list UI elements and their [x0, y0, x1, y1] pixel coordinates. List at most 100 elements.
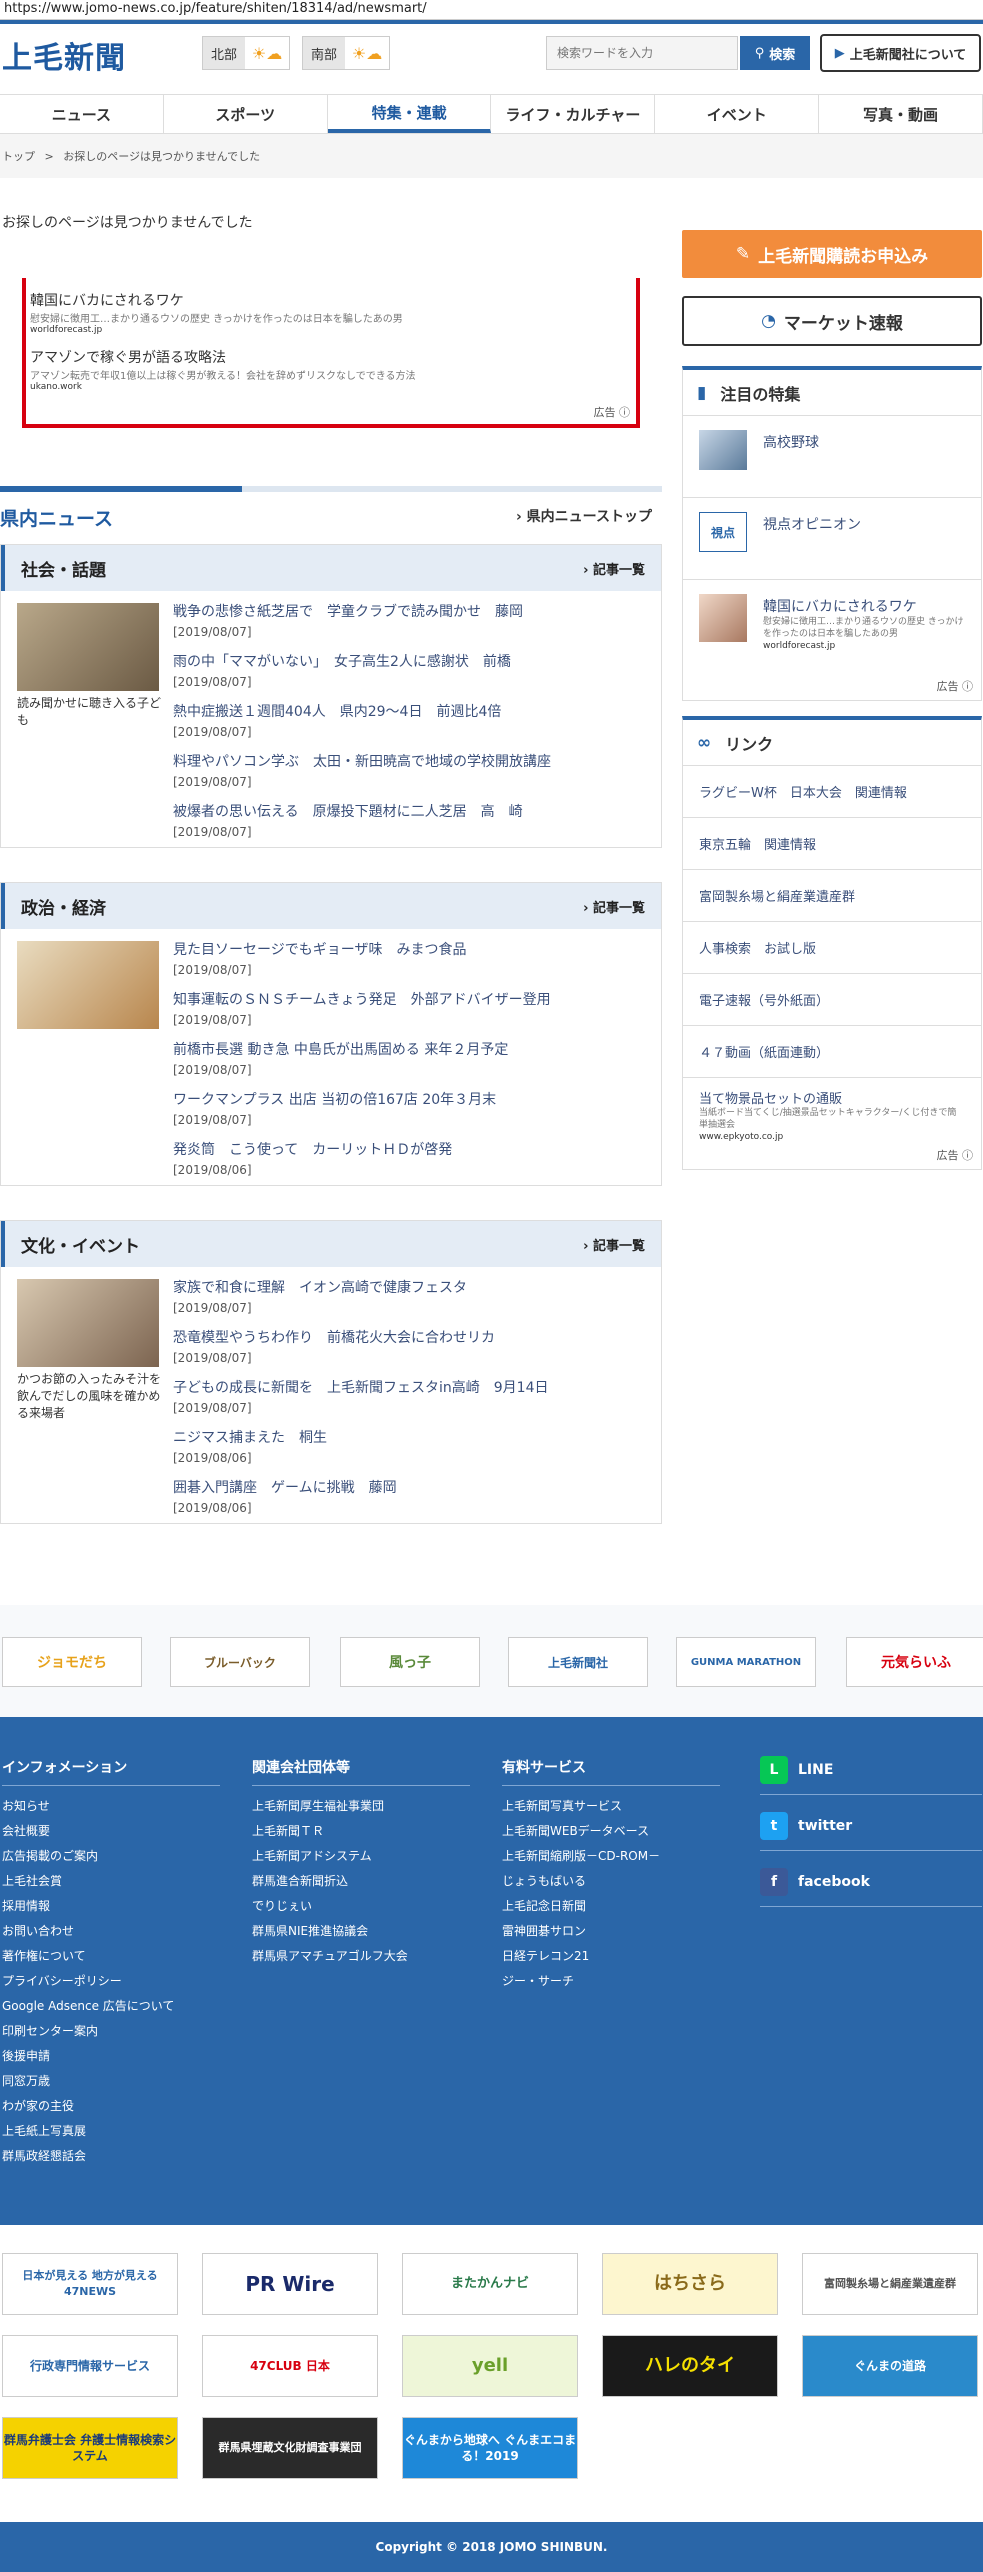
news-photo[interactable]	[17, 1279, 159, 1367]
news-item[interactable]: 戦争の悲惨さ紙芝居で 学童クラブで読み聞かせ 藤岡 [2019/08/07]	[173, 601, 653, 651]
link-item[interactable]: 電子速報（号外紙面）	[683, 974, 981, 1026]
footer-link[interactable]: 雷神囲碁サロン	[502, 1919, 720, 1944]
partner-tomioka[interactable]: 富岡製糸場と絹産業遺産群	[802, 2253, 978, 2315]
link-ad-item[interactable]: 当て物景品セットの通販 当紙ボード当てくじ/抽選景品セットキャラクター/くじ付き…	[683, 1078, 981, 1145]
news-item[interactable]: 囲碁入門講座 ゲームに挑戦 藤岡 [2019/08/06]	[173, 1477, 653, 1527]
banner-jomo[interactable]: 上毛新聞社	[508, 1637, 648, 1687]
breadcrumb-home[interactable]: トップ	[2, 150, 35, 163]
nav-events[interactable]: イベント	[655, 95, 820, 133]
footer-link[interactable]: お知らせ	[2, 1794, 220, 1819]
footer-link[interactable]: お問い合わせ	[2, 1919, 220, 1944]
footer-link[interactable]: 上毛新聞縮刷版－CD-ROM－	[502, 1844, 720, 1869]
nav-news[interactable]: ニュース	[0, 95, 164, 133]
search-input[interactable]	[546, 36, 738, 70]
footer-link[interactable]: でりじぇい	[252, 1894, 470, 1919]
section-top-link[interactable]: › 県内ニューストップ	[516, 506, 652, 526]
more-link[interactable]: › 記事一覧	[583, 1235, 645, 1254]
about-company-button[interactable]: ▶ 上毛新聞社について	[820, 34, 981, 72]
ad-item[interactable]: 韓国にバカにされるワケ 慰安婦に徴用工…まかり通るウソの歴史 きっかけを作ったの…	[26, 278, 636, 335]
partner-hare-no-tai[interactable]: ハレのタイ	[602, 2335, 778, 2397]
news-item[interactable]: 知事運転のＳＮＳチームきょう発足 外部アドバイザー登用 [2019/08/07]	[173, 989, 653, 1039]
banner-kazekko[interactable]: 風っ子	[340, 1637, 480, 1687]
footer-link[interactable]: 群馬政経懇話会	[2, 2144, 220, 2169]
partner-maibun[interactable]: 群馬県埋蔵文化財調査事業団	[202, 2417, 378, 2479]
sns-twitter[interactable]: t twitter	[760, 1801, 982, 1851]
more-link[interactable]: › 記事一覧	[583, 559, 645, 578]
footer-link[interactable]: 上毛新聞厚生福祉事業団	[252, 1794, 470, 1819]
news-photo[interactable]	[17, 941, 159, 1029]
footer-link[interactable]: 同窓万歳	[2, 2069, 220, 2094]
footer-link[interactable]: 日経テレコン21	[502, 1944, 720, 1969]
news-item[interactable]: 家族で和食に理解 イオン高崎で健康フェスタ [2019/08/07]	[173, 1277, 653, 1327]
footer-link[interactable]: 印刷センター案内	[2, 2019, 220, 2044]
news-item[interactable]: 発炎筒 こう使って カーリットＨＤが啓発 [2019/08/06]	[173, 1139, 653, 1189]
partner-bengoshi[interactable]: 群馬弁護士会 弁護士情報検索システム	[2, 2417, 178, 2479]
footer-link[interactable]: プライバシーポリシー	[2, 1969, 220, 1994]
weather-north[interactable]: 北部 ☀☁	[202, 36, 291, 70]
banner-gunma-marathon[interactable]: GUNMA MARATHON	[676, 1637, 816, 1687]
banner-blueback[interactable]: ブルーバック	[170, 1637, 310, 1687]
footer-link[interactable]: 会社概要	[2, 1819, 220, 1844]
partner-eco[interactable]: ぐんまから地球へ ぐんまエコまる！2019	[402, 2417, 578, 2479]
link-item[interactable]: 富岡製糸場と絹産業遺産群	[683, 870, 981, 922]
site-logo[interactable]: 上毛新聞	[2, 33, 126, 77]
partner-gunma-road[interactable]: ぐんまの道路	[802, 2335, 978, 2397]
footer-link[interactable]: 上毛記念日新聞	[502, 1894, 720, 1919]
search-button[interactable]: ⚲ 検索	[740, 36, 810, 70]
footer-link[interactable]: 上毛新聞ＴＲ	[252, 1819, 470, 1844]
news-item[interactable]: 子どもの成長に新聞を 上毛新聞フェスタin高崎 9月14日 [2019/08/07…	[173, 1377, 653, 1427]
link-item[interactable]: 人事検索 お試し版	[683, 922, 981, 974]
link-item[interactable]: ラグビーW杯 日本大会 関連情報	[683, 766, 981, 818]
nav-life-culture[interactable]: ライフ・カルチャー	[491, 95, 656, 133]
news-item[interactable]: 前橋市長選 動き急 中島氏が出馬固める 来年２月予定 [2019/08/07]	[173, 1039, 653, 1089]
footer-link[interactable]: ジー・サーチ	[502, 1969, 720, 1994]
featured-ad-item[interactable]: 韓国にバカにされるワケ 慰安婦に徴用工…まかり通るウソの歴史 きっかけを作ったの…	[683, 580, 981, 676]
footer-link[interactable]: じょうもばいる	[502, 1869, 720, 1894]
nav-photo-video[interactable]: 写真・動画	[819, 95, 983, 133]
ad-label[interactable]: 広告 ⓘ	[683, 1145, 981, 1169]
news-photo[interactable]	[17, 603, 159, 691]
footer-link[interactable]: 上毛紙上写真展	[2, 2119, 220, 2144]
nav-sports[interactable]: スポーツ	[164, 95, 328, 133]
footer-link[interactable]: わが家の主役	[2, 2094, 220, 2119]
market-report-button[interactable]: ◔ マーケット速報	[682, 296, 982, 346]
footer-link[interactable]: 採用情報	[2, 1894, 220, 1919]
partner-gyosei[interactable]: 行政専門情報サービス	[2, 2335, 178, 2397]
news-item[interactable]: 雨の中「ママがいない」 女子高生2人に感謝状 前橋 [2019/08/07]	[173, 651, 653, 701]
footer-link[interactable]: 後援申請	[2, 2044, 220, 2069]
ad-label[interactable]: 広告 ⓘ	[683, 676, 981, 700]
partner-prwire[interactable]: PR Wire	[202, 2253, 378, 2315]
partner-yell[interactable]: yell	[402, 2335, 578, 2397]
ad-label[interactable]: 広告 ⓘ	[594, 404, 631, 420]
partner-47news[interactable]: 日本が見える 地方が見える 47NEWS	[2, 2253, 178, 2315]
news-item[interactable]: 恐竜模型やうちわ作り 前橋花火大会に合わせリカ [2019/08/07]	[173, 1327, 653, 1377]
footer-link[interactable]: 上毛新聞アドシステム	[252, 1844, 470, 1869]
banner-jomodachi[interactable]: ジョモだち	[2, 1637, 142, 1687]
link-item[interactable]: ４７動画（紙面連動）	[683, 1026, 981, 1078]
partner-hachisara[interactable]: はちさら	[602, 2253, 778, 2315]
featured-item[interactable]: 視点 視点オピニオン	[683, 498, 981, 580]
address-bar[interactable]: https://www.jomo-news.co.jp/feature/shit…	[0, 0, 983, 20]
subscribe-button[interactable]: ✎ 上毛新聞購読お申込み	[682, 230, 982, 278]
news-item[interactable]: 料理やパソコン学ぶ 太田・新田暁高で地域の学校開放講座 [2019/08/07]	[173, 751, 653, 801]
sns-line[interactable]: L LINE	[760, 1745, 982, 1795]
news-item[interactable]: 見た目ソーセージでもギョーザ味 みまつ食品 [2019/08/07]	[173, 939, 653, 989]
news-item[interactable]: ニジマス捕まえた 桐生 [2019/08/06]	[173, 1427, 653, 1477]
weather-south[interactable]: 南部 ☀☁	[302, 36, 391, 70]
footer-link[interactable]: Google Adsence 広告について	[2, 1994, 220, 2019]
footer-link[interactable]: 上毛新聞WEBデータベース	[502, 1819, 720, 1844]
footer-link[interactable]: 上毛社会賞	[2, 1869, 220, 1894]
footer-link[interactable]: 著作権について	[2, 1944, 220, 1969]
footer-link[interactable]: 群馬進合新聞折込	[252, 1869, 470, 1894]
ad-item[interactable]: アマゾンで稼ぐ男が語る攻略法 アマゾン転売で年収1億以上は稼ぐ男が教える！会社を…	[26, 335, 636, 392]
featured-item[interactable]: 高校野球	[683, 416, 981, 498]
nav-features[interactable]: 特集・連載	[327, 95, 492, 133]
sns-facebook[interactable]: f facebook	[760, 1857, 982, 1907]
news-item[interactable]: 熱中症搬送１週間404人 県内29～4日 前週比4倍 [2019/08/07]	[173, 701, 653, 751]
footer-link[interactable]: 上毛新聞写真サービス	[502, 1794, 720, 1819]
partner-47club[interactable]: 47CLUB 日本	[202, 2335, 378, 2397]
news-item[interactable]: ワークマンプラス 出店 当初の倍167店 20年３月末 [2019/08/07]	[173, 1089, 653, 1139]
link-item[interactable]: 東京五輪 関連情報	[683, 818, 981, 870]
footer-link[interactable]: 群馬県アマチュアゴルフ大会	[252, 1944, 470, 1969]
footer-link[interactable]: 広告掲載のご案内	[2, 1844, 220, 1869]
